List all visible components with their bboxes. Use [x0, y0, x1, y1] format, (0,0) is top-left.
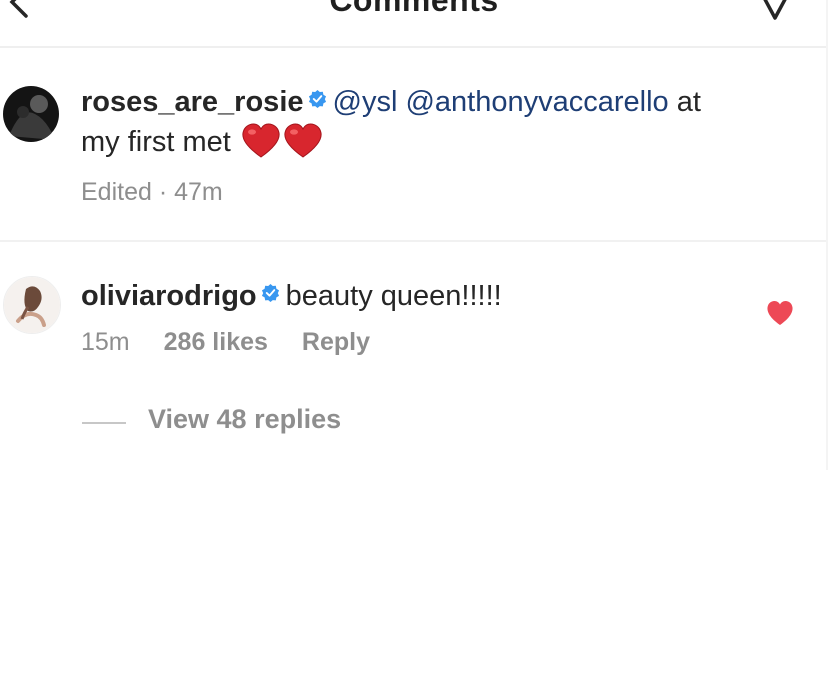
comment-text-part: at — [676, 86, 701, 118]
likes-count[interactable]: 286 likes — [164, 328, 268, 356]
verified-badge-icon — [308, 89, 326, 108]
page-title: Comments — [329, 0, 499, 18]
reply-line — [82, 422, 126, 424]
reply-button[interactable]: Reply — [302, 328, 370, 356]
comment-username[interactable]: oliviarodrigo — [81, 280, 257, 312]
red-heart-emoji-icon — [242, 123, 280, 158]
red-heart-emoji-icon — [284, 123, 322, 158]
paper-plane-icon[interactable] — [758, 0, 792, 22]
comments-header: Comments — [0, 0, 828, 48]
view-replies-label: View 48 replies — [148, 404, 342, 434]
verified-badge-icon — [261, 283, 279, 302]
comment-text: oliviarodrigo beauty queen!!!!! — [81, 276, 741, 316]
comment-meta: Edited · 47m — [81, 178, 257, 207]
mention-link[interactable]: @anthonyvaccarello — [405, 86, 668, 118]
avatar[interactable] — [3, 86, 59, 142]
avatar[interactable] — [3, 276, 61, 334]
divider — [0, 240, 828, 242]
comment-username[interactable]: roses_are_rosie — [81, 86, 304, 118]
mention-link[interactable]: @ysl — [333, 86, 398, 118]
comment-text: roses_are_rosie @ysl @anthonyvaccarello a… — [81, 82, 821, 162]
heart-like-icon[interactable] — [766, 300, 794, 326]
comment-meta: 15m 286 likes Reply — [81, 328, 404, 357]
comment-text-part: beauty queen!!!!! — [285, 280, 502, 312]
edited-timestamp: Edited · 47m — [81, 178, 223, 206]
comment-text-part: my first met — [81, 126, 231, 158]
comment-timestamp: 15m — [81, 328, 130, 356]
